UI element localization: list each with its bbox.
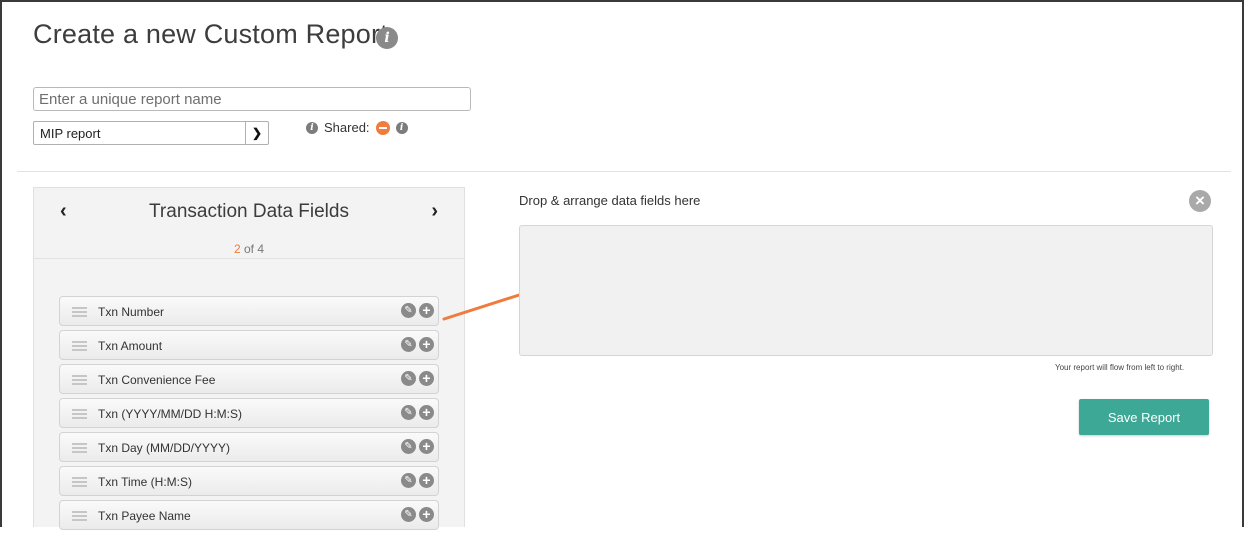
- drag-handle-icon[interactable]: [72, 341, 87, 353]
- pager-total: of 4: [240, 242, 265, 256]
- field-item[interactable]: Txn Payee Name ✎ +: [59, 500, 439, 530]
- fields-panel-title: Transaction Data Fields: [149, 201, 349, 222]
- drag-handle-icon[interactable]: [72, 477, 87, 489]
- chevron-right-icon[interactable]: ›: [431, 200, 438, 223]
- shared-label: Shared:: [324, 120, 370, 135]
- pencil-icon[interactable]: ✎: [401, 371, 416, 386]
- shared-toggle-icon[interactable]: [375, 120, 390, 135]
- field-item[interactable]: Txn (YYYY/MM/DD H:M:S) ✎ +: [59, 398, 439, 428]
- pencil-icon[interactable]: ✎: [401, 439, 416, 454]
- plus-icon[interactable]: +: [419, 507, 434, 522]
- plus-icon[interactable]: +: [419, 371, 434, 386]
- field-label: Txn Number: [98, 305, 165, 319]
- field-item[interactable]: Txn Day (MM/DD/YYYY) ✎ +: [59, 432, 439, 462]
- save-report-button[interactable]: Save Report: [1079, 399, 1209, 435]
- report-type-select[interactable]: MIP report ❯: [33, 121, 269, 145]
- fields-panel-header: ‹ Transaction Data Fields › 2 of 4: [34, 188, 464, 259]
- field-item[interactable]: Txn Amount ✎ +: [59, 330, 439, 360]
- plus-icon[interactable]: +: [419, 473, 434, 488]
- flow-note: Your report will flow from left to right…: [1055, 363, 1185, 372]
- window-frame-top: [0, 0, 1244, 2]
- info-icon[interactable]: i: [395, 121, 408, 134]
- pencil-icon[interactable]: ✎: [401, 405, 416, 420]
- fields-panel: ‹ Transaction Data Fields › 2 of 4 Txn N…: [33, 187, 465, 530]
- field-label: Txn Payee Name: [98, 509, 191, 523]
- field-label: Txn Amount: [98, 339, 163, 353]
- info-icon[interactable]: i: [376, 27, 398, 49]
- field-label: Txn Convenience Fee: [98, 373, 216, 387]
- info-icon[interactable]: i: [306, 121, 318, 134]
- page-title: Create a new Custom Report: [33, 19, 388, 49]
- close-icon[interactable]: ×: [1189, 190, 1211, 212]
- drag-handle-icon[interactable]: [72, 511, 87, 523]
- window-frame-left: [0, 0, 2, 527]
- drag-handle-icon[interactable]: [72, 409, 87, 421]
- field-item[interactable]: Txn Convenience Fee ✎ +: [59, 364, 439, 394]
- pencil-icon[interactable]: ✎: [401, 473, 416, 488]
- drag-handle-icon[interactable]: [72, 375, 87, 387]
- field-item[interactable]: Txn Number ✎ +: [59, 296, 439, 326]
- divider: [17, 171, 1231, 172]
- drag-handle-icon[interactable]: [72, 307, 87, 319]
- field-list: Txn Number ✎ + Txn Amount ✎ + Txn Conven…: [59, 296, 439, 534]
- drop-zone[interactable]: [519, 225, 1213, 356]
- report-type-value: MIP report: [40, 126, 101, 141]
- drop-area-label: Drop & arrange data fields here: [519, 193, 701, 208]
- field-label: Txn Day (MM/DD/YYYY): [98, 441, 231, 455]
- field-item[interactable]: Txn Time (H:M:S) ✎ +: [59, 466, 439, 496]
- plus-icon[interactable]: +: [419, 303, 434, 318]
- pencil-icon[interactable]: ✎: [401, 507, 416, 522]
- field-label: Txn Time (H:M:S): [98, 475, 193, 489]
- plus-icon[interactable]: +: [419, 405, 434, 420]
- drag-handle-icon[interactable]: [72, 443, 87, 455]
- pencil-icon[interactable]: ✎: [401, 303, 416, 318]
- pencil-icon[interactable]: ✎: [401, 337, 416, 352]
- chevron-down-icon[interactable]: ❯: [245, 122, 268, 144]
- pager-current: 2: [233, 242, 241, 256]
- plus-icon[interactable]: +: [419, 337, 434, 352]
- pager: 2 of 4: [34, 242, 464, 256]
- shared-row: i Shared: i: [306, 120, 408, 135]
- report-name-input[interactable]: [33, 87, 471, 111]
- field-label: Txn (YYYY/MM/DD H:M:S): [98, 407, 243, 421]
- plus-icon[interactable]: +: [419, 439, 434, 454]
